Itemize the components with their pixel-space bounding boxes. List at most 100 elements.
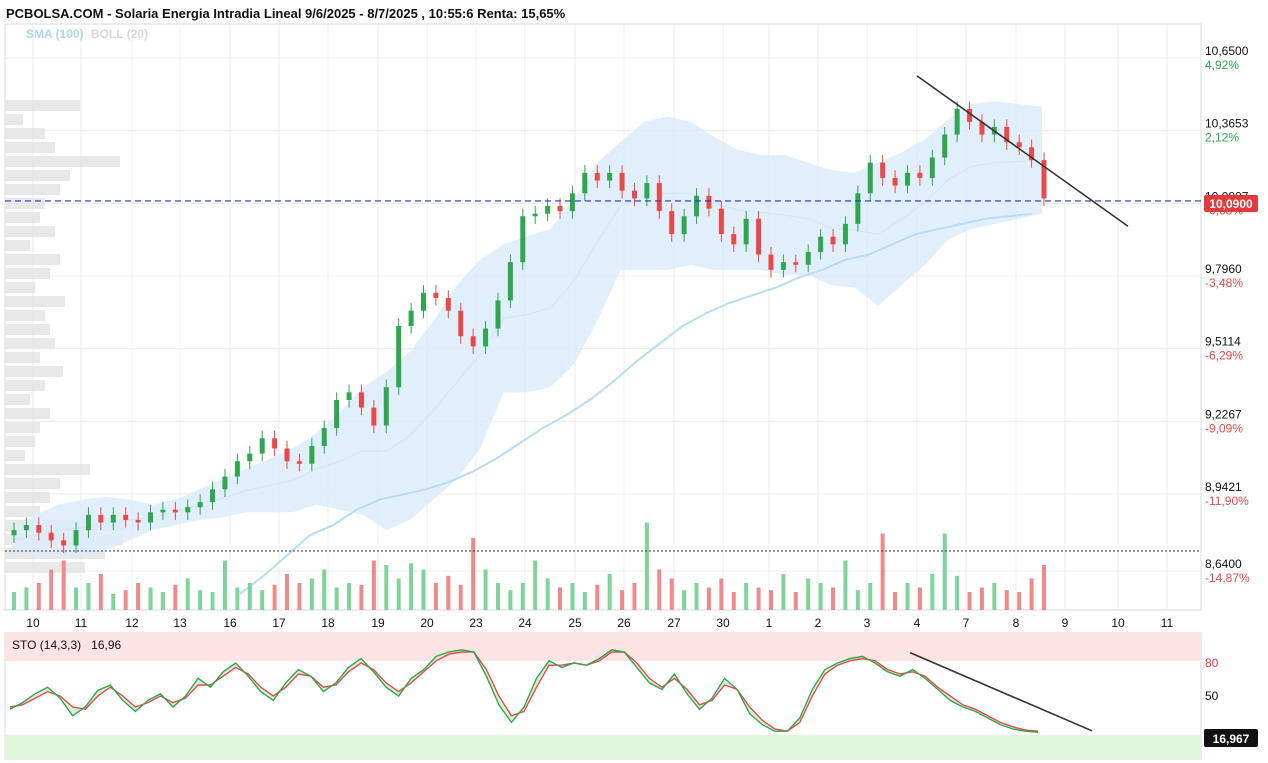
candle-body <box>123 514 129 520</box>
x-tick-label: 1 <box>766 616 773 630</box>
candle-body <box>98 514 104 523</box>
x-tick-label: 24 <box>518 616 532 630</box>
volume-bar <box>682 590 687 610</box>
volume-bar <box>508 590 513 610</box>
candle-body <box>582 172 588 194</box>
y-tick-label: 8,6400 <box>1205 557 1242 571</box>
volume-bar <box>1004 590 1009 610</box>
candle-body <box>61 540 67 546</box>
candle-body <box>607 172 613 181</box>
sma-legend-label[interactable]: SMA (100) <box>26 27 84 41</box>
volume-bar <box>272 584 277 610</box>
x-tick-label: 26 <box>617 616 631 630</box>
candle-body <box>421 292 427 311</box>
volume-bar <box>893 592 898 610</box>
boll-legend-label[interactable]: BOLL (20) <box>91 27 148 41</box>
y-tick-label: 9,7960 <box>1205 262 1242 276</box>
volume-bar <box>371 560 376 610</box>
stochastic-value-tag-text: 16,967 <box>1213 732 1250 746</box>
volume-profile-bar <box>5 282 35 293</box>
volume-bar <box>260 590 265 610</box>
stochastic-level-label: 50 <box>1205 689 1219 703</box>
x-tick-label: 30 <box>716 616 730 630</box>
volume-bar <box>396 578 401 610</box>
y-tick-label: 8,9421 <box>1205 480 1242 494</box>
candle-body <box>756 218 762 255</box>
volume-bar <box>582 592 587 610</box>
candle-body <box>185 507 191 513</box>
volume-profile-bar <box>5 380 45 391</box>
x-tick-label: 7 <box>963 616 970 630</box>
volume-bar <box>768 590 773 610</box>
volume-bar <box>868 583 873 610</box>
x-tick-label: 4 <box>914 616 921 630</box>
x-tick-label: 12 <box>125 616 139 630</box>
candle-body <box>284 448 290 462</box>
volume-bar <box>644 522 649 610</box>
candle-body <box>259 438 265 454</box>
candle-body <box>818 236 824 252</box>
volume-bar <box>694 583 699 610</box>
stochastic-label: STO (14,3,3) <box>12 638 82 652</box>
volume-bar <box>433 583 438 610</box>
candle-body <box>669 211 675 235</box>
volume-bar <box>495 583 500 610</box>
volume-bar <box>731 592 736 610</box>
volume-profile-bar <box>5 100 80 111</box>
volume-profile-bar <box>5 128 45 139</box>
volume-profile-bar <box>5 408 50 419</box>
candle-body <box>495 300 501 329</box>
x-tick-label: 27 <box>667 616 681 630</box>
volume-bar <box>36 583 41 610</box>
indicator-legend: SMA (100) BOLL (20) <box>26 27 148 41</box>
x-tick-label: 8 <box>1013 616 1020 630</box>
volume-bar <box>967 592 972 610</box>
volume-profile-bar <box>5 562 85 573</box>
x-tick-label: 10 <box>1111 616 1125 630</box>
volume-bar <box>806 578 811 610</box>
volume-bar <box>669 578 674 610</box>
volume-bar <box>446 575 451 610</box>
volume-bar <box>979 587 984 610</box>
candle-body <box>545 206 551 214</box>
volume-bar <box>657 569 662 610</box>
candle-body <box>321 428 327 446</box>
candle-body <box>731 234 737 245</box>
volume-bar <box>533 560 538 610</box>
volume-bar <box>1017 592 1022 610</box>
candle-body <box>929 157 935 178</box>
volume-profile-bar <box>5 142 55 153</box>
volume-profile-bar <box>5 170 70 181</box>
volume-bar <box>198 590 203 610</box>
candle-body <box>346 392 352 400</box>
volume-bar <box>160 592 165 610</box>
candle-body <box>433 292 439 298</box>
volume-profile-bar <box>5 352 40 363</box>
volume-bar <box>719 578 724 610</box>
x-tick-label: 18 <box>321 616 335 630</box>
volume-bar <box>322 569 327 610</box>
candle-body <box>197 502 203 508</box>
volume-profile-bar <box>5 478 60 489</box>
candle-body <box>768 254 774 270</box>
stochastic-level-label: 80 <box>1205 656 1219 670</box>
candle-body <box>880 162 886 178</box>
candle-body <box>805 251 811 265</box>
x-tick-label: 19 <box>371 616 385 630</box>
y-tick-percent: 2,12% <box>1205 131 1239 145</box>
candle-body <box>631 190 637 199</box>
x-tick-label: 11 <box>1161 616 1174 630</box>
candle-body <box>681 216 687 235</box>
volume-bar <box>111 593 116 610</box>
candle-body <box>11 530 17 536</box>
volume-bar <box>942 533 947 610</box>
volume-profile-bar <box>5 450 25 461</box>
current-price-label: 10,0900 <box>1209 197 1253 211</box>
candle-body <box>706 195 712 209</box>
candle-body <box>210 489 216 503</box>
candle-body <box>160 509 166 513</box>
candle-body <box>917 172 923 178</box>
x-axis: 10 11 12 13 16 17 18 19 20 23 24 25 26 27 30 1 2 3 4 7 8 9 10 1… <box>26 616 1173 630</box>
x-tick-label: 16 <box>223 616 237 630</box>
volume-bar <box>148 587 153 610</box>
